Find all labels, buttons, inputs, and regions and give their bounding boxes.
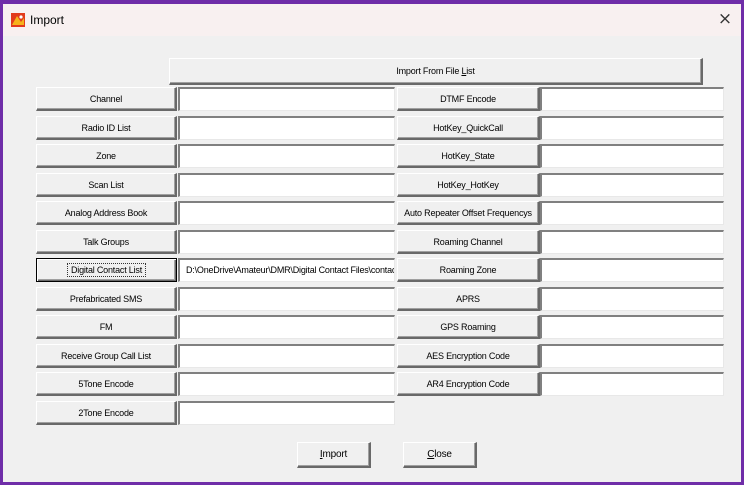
hotkey-hotkey-path-field[interactable] [540,173,724,197]
roaming-channel-button[interactable]: Roaming Channel [397,230,540,254]
app-logo-icon [11,13,25,27]
talk-groups-path-field[interactable] [178,230,395,254]
gps-roaming-path-field[interactable] [540,315,724,339]
scan-list-label: Scan List [88,179,124,190]
prefabricated-sms-label: Prefabricated SMS [69,293,143,304]
auto-repeater-offset-frequencys-label: Auto Repeater Offset Frequencys [404,207,532,218]
dtmf-encode-path-field[interactable] [540,87,724,111]
import-button-label: Import [319,449,348,460]
roaming-channel-path-field[interactable] [540,230,724,254]
radio-id-list-label: Radio ID List [81,122,131,133]
digital-contact-list-label: Digital Contact List [66,263,147,277]
analog-address-book-button[interactable]: Analog Address Book [36,201,177,225]
close-button[interactable]: Close [403,442,477,468]
radio-id-list-button[interactable]: Radio ID List [36,116,177,140]
scan-list-path-field[interactable] [178,173,395,197]
aprs-path-field[interactable] [540,287,724,311]
analog-address-book-label: Analog Address Book [64,207,148,218]
5tone-encode-path-field[interactable] [178,372,395,396]
analog-address-book-path-field[interactable] [178,201,395,225]
hotkey-state-path-field[interactable] [540,144,724,168]
title-bar: Import × [3,4,741,36]
ar4-encryption-code-button[interactable]: AR4 Encryption Code [397,372,540,396]
ar4-encryption-code-path-field[interactable] [540,372,724,396]
scan-list-button[interactable]: Scan List [36,173,177,197]
dtmf-encode-button[interactable]: DTMF Encode [397,87,540,111]
roaming-zone-button[interactable]: Roaming Zone [397,258,540,282]
dialog-body: Import From File List Channel Radio ID Li… [3,36,741,482]
2tone-encode-path-field[interactable] [178,401,395,425]
digital-contact-list-path-field[interactable]: D:\OneDrive\Amateur\DMR\Digital Contact … [178,258,395,282]
import-dialog-window: Import × Import From File List Channel Ra… [0,0,744,485]
aes-encryption-code-label: AES Encryption Code [426,350,510,361]
prefabricated-sms-button[interactable]: Prefabricated SMS [36,287,177,311]
digital-contact-list-button[interactable]: Digital Contact List [36,258,177,282]
zone-label: Zone [96,150,116,161]
prefabricated-sms-path-field[interactable] [178,287,395,311]
fm-label: FM [99,321,113,332]
aes-encryption-code-path-field[interactable] [540,344,724,368]
roaming-zone-path-field[interactable] [540,258,724,282]
dtmf-encode-label: DTMF Encode [440,93,496,104]
ar4-encryption-code-label: AR4 Encryption Code [426,378,510,389]
fm-path-field[interactable] [178,315,395,339]
auto-repeater-offset-frequencys-button[interactable]: Auto Repeater Offset Frequencys [397,201,540,225]
auto-repeater-offset-frequencys-path-field[interactable] [540,201,724,225]
hotkey-quickcall-button[interactable]: HotKey_QuickCall [397,116,540,140]
receive-group-call-list-path-field[interactable] [178,344,395,368]
gps-roaming-button[interactable]: GPS Roaming [397,315,540,339]
close-button-label: Close [427,449,452,460]
aprs-label: APRS [456,293,480,304]
hotkey-quickcall-label: HotKey_QuickCall [433,122,503,133]
2tone-encode-button[interactable]: 2Tone Encode [36,401,177,425]
receive-group-call-list-label: Receive Group Call List [61,350,151,361]
window-title: Import [30,13,65,27]
zone-path-field[interactable] [178,144,395,168]
hotkey-quickcall-path-field[interactable] [540,116,724,140]
5tone-encode-button[interactable]: 5Tone Encode [36,372,177,396]
gps-roaming-label: GPS Roaming [440,321,496,332]
import-button[interactable]: Import [297,442,371,468]
roaming-zone-label: Roaming Zone [439,264,497,275]
channel-label: Channel [89,93,123,104]
hotkey-state-label: HotKey_State [441,150,495,161]
aprs-button[interactable]: APRS [397,287,540,311]
channel-path-field[interactable] [178,87,395,111]
hotkey-hotkey-label: HotKey_HotKey [437,179,499,190]
close-icon[interactable]: × [715,9,735,29]
import-from-file-list-button[interactable]: Import From File List [169,58,703,85]
hotkey-state-button[interactable]: HotKey_State [397,144,540,168]
5tone-encode-label: 5Tone Encode [78,378,134,389]
hotkey-hotkey-button[interactable]: HotKey_HotKey [397,173,540,197]
talk-groups-button[interactable]: Talk Groups [36,230,177,254]
radio-id-list-path-field[interactable] [178,116,395,140]
import-from-file-list-label: Import From File List [396,66,475,76]
2tone-encode-label: 2Tone Encode [78,407,134,418]
fm-button[interactable]: FM [36,315,177,339]
zone-button[interactable]: Zone [36,144,177,168]
roaming-channel-label: Roaming Channel [433,236,503,247]
talk-groups-label: Talk Groups [83,236,129,247]
aes-encryption-code-button[interactable]: AES Encryption Code [397,344,540,368]
channel-button[interactable]: Channel [36,87,177,111]
receive-group-call-list-button[interactable]: Receive Group Call List [36,344,177,368]
